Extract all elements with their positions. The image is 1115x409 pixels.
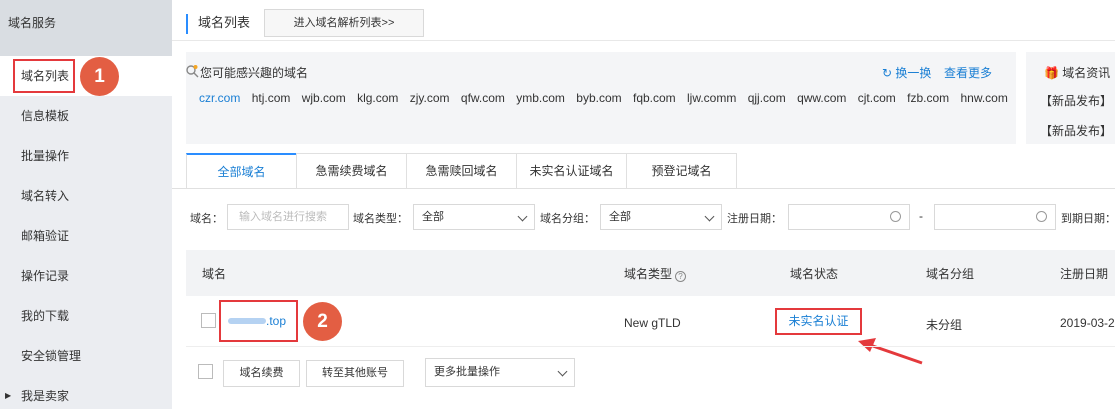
sidebar-item-op-log[interactable]: 操作记录 — [0, 256, 172, 296]
suggested-domain-link[interactable]: fzb.com — [907, 91, 949, 105]
sidebar-item-label: 域名转入 — [21, 189, 70, 203]
column-header-regdate: 注册日期 — [1060, 267, 1109, 281]
transfer-account-button[interactable]: 转至其他账号 — [306, 360, 404, 387]
domain-search-input[interactable]: 输入域名进行搜索 — [227, 204, 349, 230]
sidebar-item-label: 操作记录 — [21, 269, 70, 283]
suggested-domains: czr.com htj.com wjb.com klg.com zjy.com … — [199, 91, 1016, 105]
gift-icon: 🎁 — [1044, 66, 1059, 80]
news-title: 🎁 域名资讯 — [1044, 64, 1110, 81]
column-header-domain: 域名 — [202, 267, 227, 281]
domain-type-select[interactable]: 全部 — [413, 204, 535, 230]
filter-domain-label: 域名： — [190, 213, 223, 225]
sidebar-item-label: 安全锁管理 — [21, 349, 82, 363]
news-item[interactable]: 【新品发布】 — [1040, 122, 1112, 139]
sidebar-item-seller[interactable]: ▶ 我是卖家 — [0, 376, 172, 409]
help-icon[interactable]: ? — [675, 271, 687, 282]
main-content: 域名列表 进入域名解析列表>> 您可能感兴趣的域名 ↻ 换一换 查看更多 czr… — [172, 0, 1115, 409]
sidebar-item-batch-ops[interactable]: 批量操作 — [0, 136, 172, 176]
suggested-domain-link[interactable]: ymb.com — [516, 91, 565, 105]
cell-domain-type: New gTLD — [624, 316, 681, 330]
suggested-domain-link[interactable]: htj.com — [252, 91, 291, 105]
highlight-box-domain — [219, 300, 298, 342]
sidebar-item-label: 信息模板 — [21, 109, 70, 123]
suggestion-title: 您可能感兴趣的域名 — [200, 66, 309, 80]
sidebar-item-downloads[interactable]: 我的下载 — [0, 296, 172, 336]
column-header-type-label: 域名类型 — [624, 267, 673, 281]
suggested-domain-link[interactable]: wjb.com — [302, 91, 346, 105]
suggested-domain-link[interactable]: hnw.com — [960, 91, 1007, 105]
chevron-down-icon — [557, 366, 568, 377]
sidebar-item-label: 邮箱验证 — [21, 229, 70, 243]
view-more-link[interactable]: 查看更多 — [944, 64, 992, 81]
refresh-suggestions-link[interactable]: ↻ 换一换 — [882, 64, 931, 81]
enter-dns-list-button[interactable]: 进入域名解析列表>> — [264, 9, 424, 37]
sidebar-item-transfer-in[interactable]: 域名转入 — [0, 176, 172, 216]
page-title: 域名列表 — [186, 14, 250, 34]
row-divider — [186, 346, 1115, 347]
more-batch-select[interactable]: 更多批量操作 — [425, 358, 575, 387]
clock-icon — [1036, 211, 1047, 222]
reg-date-end-input[interactable] — [934, 204, 1056, 230]
suggested-domain-link[interactable]: fqb.com — [633, 91, 676, 105]
suggested-domain-link[interactable]: qww.com — [797, 91, 846, 105]
tab-renew-due[interactable]: 急需续费域名 — [296, 153, 407, 189]
filter-regdate-label: 注册日期： — [727, 213, 782, 225]
header-divider — [172, 40, 1115, 41]
sidebar-header: 域名服务 — [0, 0, 172, 56]
reg-date-start-input[interactable] — [788, 204, 910, 230]
domain-group-value: 全部 — [609, 211, 631, 223]
red-arrow-icon — [858, 338, 923, 365]
chevron-down-icon — [704, 211, 715, 222]
more-batch-label: 更多批量操作 — [434, 366, 500, 378]
sidebar: 域名服务 域名列表 信息模板 批量操作 域名转入 邮箱验证 操作记录 我的下载 … — [0, 0, 172, 409]
filter-type-label: 域名类型： — [353, 213, 408, 225]
suggested-domain-link[interactable]: byb.com — [576, 91, 621, 105]
refresh-label: 换一换 — [895, 66, 932, 80]
filter-expire-label: 到期日期： — [1061, 213, 1115, 225]
renew-button[interactable]: 域名续费 — [223, 360, 300, 387]
caret-right-icon: ▶ — [5, 391, 12, 400]
date-range-separator: - — [919, 209, 923, 223]
step-badge-2: 2 — [303, 302, 342, 341]
news-item[interactable]: 【新品发布】 — [1040, 92, 1112, 109]
tab-all-domains[interactable]: 全部域名 — [186, 153, 297, 189]
tabs-divider — [172, 188, 1115, 189]
cell-domain-group: 未分组 — [926, 318, 963, 332]
sidebar-item-label: 批量操作 — [21, 149, 70, 163]
chevron-down-icon — [517, 211, 528, 222]
suggested-domain-link[interactable]: czr.com — [199, 91, 240, 105]
column-header-group: 域名分组 — [926, 267, 975, 281]
tab-redeem-due[interactable]: 急需赎回域名 — [406, 153, 517, 189]
search-icon — [186, 65, 199, 78]
tab-preregister[interactable]: 预登记域名 — [626, 153, 737, 189]
sidebar-item-label: 我是卖家 — [21, 389, 70, 403]
select-all-checkbox[interactable] — [198, 364, 213, 379]
sidebar-item-email-verify[interactable]: 邮箱验证 — [0, 216, 172, 256]
suggested-domain-link[interactable]: klg.com — [357, 91, 398, 105]
domain-group-select[interactable]: 全部 — [600, 204, 722, 230]
status-unverified-link[interactable]: 未实名认证 — [775, 308, 862, 335]
domain-type-value: 全部 — [422, 211, 444, 223]
cell-reg-date: 2019-03-2 — [1060, 316, 1115, 330]
refresh-icon: ↻ — [882, 66, 893, 80]
suggested-domain-link[interactable]: cjt.com — [858, 91, 896, 105]
sidebar-item-info-template[interactable]: 信息模板 — [0, 96, 172, 136]
column-header-status: 域名状态 — [790, 267, 839, 281]
suggested-domain-link[interactable]: qfw.com — [461, 91, 505, 105]
step-badge-1: 1 — [80, 57, 119, 96]
clock-icon — [890, 211, 901, 222]
highlight-box-domain-list — [13, 59, 75, 93]
tab-unverified[interactable]: 未实名认证域名 — [516, 153, 627, 189]
filter-group-label: 域名分组： — [540, 213, 595, 225]
suggested-domain-link[interactable]: ljw.comm — [687, 91, 736, 105]
suggested-domain-link[interactable]: qjj.com — [748, 91, 786, 105]
column-header-type: 域名类型? — [624, 265, 687, 282]
news-title-label: 域名资讯 — [1062, 66, 1111, 80]
suggested-domain-link[interactable]: zjy.com — [410, 91, 450, 105]
sidebar-item-label: 我的下载 — [21, 309, 70, 323]
sidebar-item-security-lock[interactable]: 安全锁管理 — [0, 336, 172, 376]
row-checkbox[interactable] — [201, 313, 216, 328]
